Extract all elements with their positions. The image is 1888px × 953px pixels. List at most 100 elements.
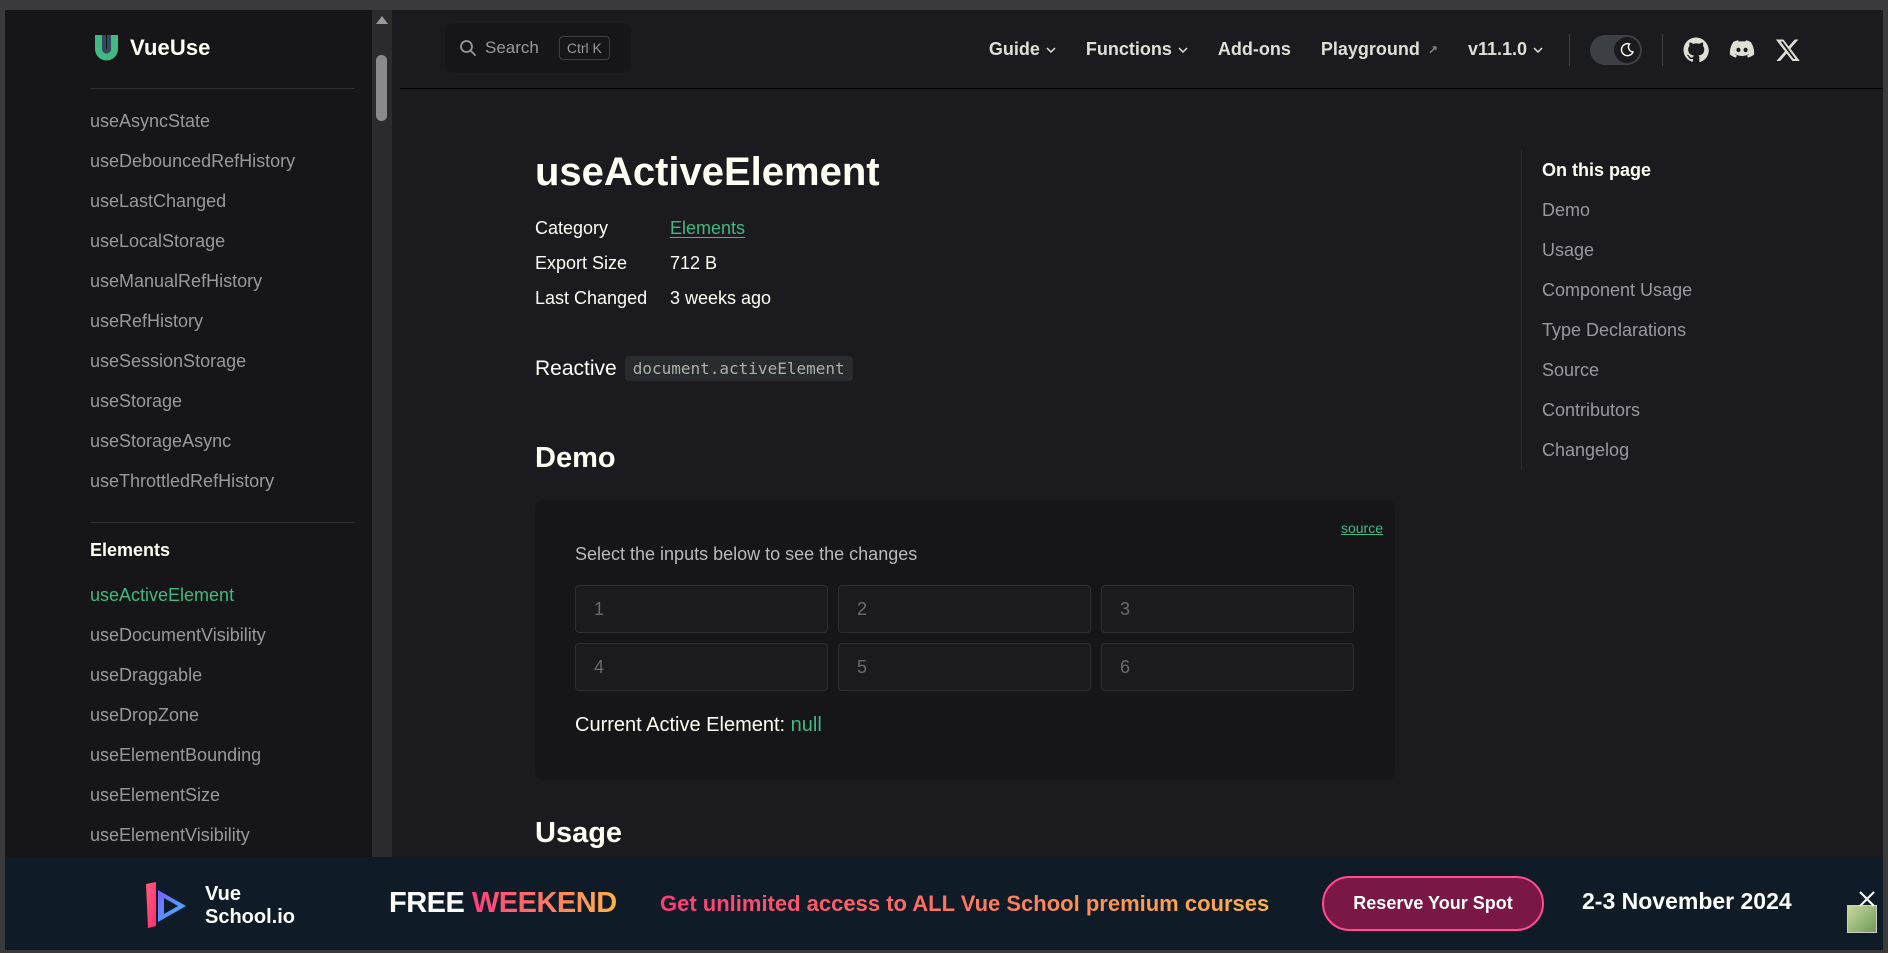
demo-input-grid <box>575 585 1354 691</box>
search-shortcut: Ctrl K <box>558 36 610 60</box>
nav-version-label: v11.1.0 <box>1467 39 1527 59</box>
toc-item[interactable]: Type Declarations <box>1542 310 1692 350</box>
nav-version[interactable]: v11.1.0 <box>1468 39 1543 60</box>
meta-key: Last Changed <box>535 288 648 308</box>
search-icon <box>460 40 476 56</box>
weekend-word: WEEKEND <box>471 887 617 919</box>
meta-key: Export Size <box>535 253 628 273</box>
nav-addons-label: Add-ons <box>1217 39 1291 59</box>
sidebar-scrollbar[interactable] <box>372 10 392 950</box>
sidebar-group-state: useAsyncState useDebouncedRefHistory useLa… <box>90 101 295 501</box>
free-weekend-headline: FREE WEEKEND <box>389 887 617 920</box>
toc-list: Demo Usage Component Usage Type Declaration… <box>1542 190 1692 470</box>
toc-item[interactable]: Contributors <box>1542 390 1692 430</box>
sidebar-item[interactable]: useRefHistory <box>90 301 295 341</box>
reserve-spot-button[interactable]: Reserve Your Spot <box>1322 876 1544 931</box>
nav-playground-label: Playground <box>1320 39 1420 59</box>
sidebar-item[interactable]: useElementSize <box>90 775 266 815</box>
demo-hint: Select the inputs below to see the chang… <box>575 544 918 564</box>
toc-item[interactable]: Component Usage <box>1542 270 1692 310</box>
nav-functions[interactable]: Functions <box>1086 39 1188 60</box>
brand-logo[interactable]: VueUse <box>93 32 211 64</box>
search-label: Search <box>485 38 539 57</box>
demo-input-1[interactable] <box>575 585 828 633</box>
description-text: Reactive <box>535 356 617 380</box>
nav-playground[interactable]: Playground ↗ <box>1321 39 1438 60</box>
demo-input-4[interactable] <box>575 643 828 691</box>
scroll-up-arrow-icon[interactable] <box>376 16 388 24</box>
vueuse-logo-icon <box>95 35 118 61</box>
sidebar-item[interactable]: useLocalStorage <box>90 221 295 261</box>
current-active-value: null <box>790 714 822 736</box>
sidebar-divider <box>90 88 355 89</box>
demo-input-2[interactable] <box>838 585 1091 633</box>
promo-banner[interactable]: Vue School.io FREE WEEKEND Get unlimited… <box>5 857 1883 950</box>
main-nav: Guide Functions Add-ons Playground ↗ v11… <box>959 10 1883 89</box>
sidebar-item[interactable]: useAsyncState <box>90 101 295 141</box>
sidebar-item[interactable]: useDraggable <box>90 655 266 695</box>
scrollbar-thumb[interactable] <box>376 55 387 121</box>
sidebar-item[interactable]: useLastChanged <box>90 181 295 221</box>
toc-title: On this page <box>1542 160 1652 180</box>
sidebar-item[interactable]: useManualRefHistory <box>90 261 295 301</box>
discord-icon[interactable] <box>1729 37 1755 63</box>
current-active-label: Current Active Element: <box>575 714 786 736</box>
sidebar-item[interactable]: useDropZone <box>90 695 266 735</box>
external-link-icon: ↗ <box>1427 42 1438 57</box>
nav-functions-label: Functions <box>1085 39 1172 59</box>
sidebar-item[interactable]: useDocumentVisibility <box>90 615 266 655</box>
github-icon[interactable] <box>1683 37 1709 63</box>
meta-key: Category <box>535 218 609 238</box>
wordmark-line-2: School.io <box>205 906 295 928</box>
sidebar-item[interactable]: useThrottledRefHistory <box>90 461 295 501</box>
demo-box: source Select the inputs below to see th… <box>535 500 1395 780</box>
free-word: FREE <box>389 887 465 919</box>
section-heading-demo: Demo <box>535 442 616 474</box>
close-icon[interactable] <box>1857 889 1877 909</box>
sidebar-item[interactable]: useActiveElement <box>90 575 266 615</box>
banner-thumbnail <box>1847 905 1877 933</box>
brand-name: VueUse <box>130 35 211 60</box>
sidebar-item[interactable]: useStorageAsync <box>90 421 295 461</box>
nav-guide-label: Guide <box>988 39 1040 59</box>
toc-item[interactable]: Source <box>1542 350 1692 390</box>
nav-guide[interactable]: Guide <box>989 39 1056 60</box>
nav-addons[interactable]: Add-ons <box>1218 39 1291 60</box>
vue-school-wordmark: Vue School.io <box>205 883 295 929</box>
chevron-down-icon <box>1046 46 1056 53</box>
vue-school-logo-icon <box>146 882 186 928</box>
sidebar-item[interactable]: useElementBounding <box>90 735 266 775</box>
demo-input-3[interactable] <box>1101 585 1354 633</box>
section-heading-usage: Usage <box>535 817 623 849</box>
meta-value: 712 B <box>670 253 718 273</box>
toc-item[interactable]: Usage <box>1542 230 1692 270</box>
demo-input-5[interactable] <box>838 643 1091 691</box>
sidebar-item[interactable]: useElementVisibility <box>90 815 266 855</box>
meta-row-export-size: Export Size 712 B <box>535 253 771 288</box>
sidebar: VueUse useAsyncState useDebouncedRefHisto… <box>5 10 372 950</box>
meta-row-category: Category Elements <box>535 218 771 253</box>
category-link[interactable]: Elements <box>670 218 745 253</box>
demo-input-6[interactable] <box>1101 643 1354 691</box>
wordmark-line-1: Vue <box>205 883 241 905</box>
x-icon[interactable] <box>1775 37 1801 63</box>
moon-icon <box>1620 42 1635 56</box>
function-description: Reactive document.activeElement <box>535 356 853 381</box>
sidebar-item[interactable]: useDebouncedRefHistory <box>90 141 295 181</box>
demo-source-link[interactable]: source <box>1341 520 1383 536</box>
current-active-element: Current Active Element: null <box>575 714 822 737</box>
nav-divider <box>1569 33 1570 66</box>
social-links <box>1663 37 1883 63</box>
sidebar-divider <box>90 522 355 523</box>
sidebar-group-elements: useActiveElement useDocumentVisibility use… <box>90 575 266 855</box>
promo-date: 2-3 November 2024 <box>1582 888 1792 914</box>
chevron-down-icon <box>1178 46 1188 53</box>
sidebar-item[interactable]: useSessionStorage <box>90 341 295 381</box>
toc-item[interactable]: Demo <box>1542 190 1692 230</box>
search-button[interactable]: Search Ctrl K <box>445 23 631 73</box>
top-navbar: Search Ctrl K Guide Functions Add-ons Pl… <box>400 10 1883 89</box>
browser-viewport: VueUse useAsyncState useDebouncedRefHisto… <box>5 10 1883 950</box>
sidebar-item[interactable]: useStorage <box>90 381 295 421</box>
toc-item[interactable]: Changelog <box>1542 430 1692 470</box>
theme-toggle[interactable] <box>1590 34 1642 65</box>
